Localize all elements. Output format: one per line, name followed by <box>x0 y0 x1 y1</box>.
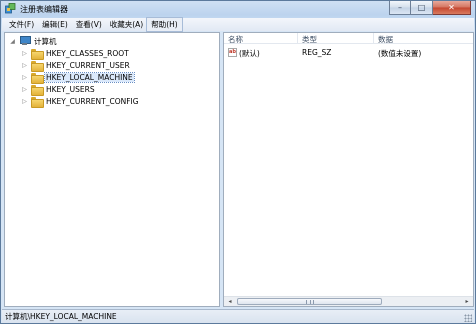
tree-item-label: HKEY_LOCAL_MACHINE <box>44 71 135 83</box>
menu-bar: 文件(F) 编辑(E) 查看(V) 收藏夹(A) 帮助(H) <box>2 17 474 32</box>
tree-root-label: 计算机 <box>34 36 57 46</box>
tree-item-label: HKEY_CLASSES_ROOT <box>46 48 129 58</box>
menu-edit[interactable]: 编辑(E) <box>38 18 72 31</box>
tree-item-label: HKEY_CURRENT_USER <box>46 60 130 70</box>
close-icon: ✕ <box>448 3 455 12</box>
scroll-right-icon[interactable]: ▸ <box>462 297 472 306</box>
expand-icon[interactable]: ▷ <box>21 74 28 81</box>
column-name[interactable]: 名称 <box>228 34 243 45</box>
tree-item-hkey-users[interactable]: ▷ HKEY_USERS <box>21 83 96 96</box>
values-list[interactable]: 名称 类型 数据 ab (默认) REG_SZ (数值未设置) ◂ ▸ <box>223 32 474 307</box>
folder-icon <box>31 96 44 108</box>
value-data: (数值未设置) <box>378 49 422 58</box>
registry-tree[interactable]: ◢ 计算机 ▷ HKEY_CLASSES_ROOT ▷ HKEY_CURRENT… <box>4 32 220 307</box>
column-type[interactable]: 类型 <box>302 34 317 45</box>
title-bar[interactable]: 注册表编辑器 – □ ✕ <box>1 1 475 17</box>
computer-icon <box>19 36 31 46</box>
menu-view[interactable]: 查看(V) <box>72 18 106 31</box>
scrollbar-grip-icon <box>306 300 314 304</box>
tree-root-computer[interactable]: ◢ 计算机 <box>9 35 58 47</box>
registry-editor-window: 注册表编辑器 – □ ✕ 文件(F) 编辑(E) 查看(V) 收藏夹(A) 帮助… <box>0 0 476 324</box>
list-item[interactable]: ab (默认) REG_SZ (数值未设置) <box>224 47 473 59</box>
expand-icon[interactable]: ▷ <box>21 50 28 57</box>
registry-editor-icon <box>5 3 16 14</box>
expand-icon[interactable]: ▷ <box>21 62 28 69</box>
value-name: (默认) <box>239 49 260 58</box>
folder-icon <box>31 60 44 72</box>
tree-item-hkey-classes-root[interactable]: ▷ HKEY_CLASSES_ROOT <box>21 47 130 60</box>
column-divider[interactable] <box>373 33 374 44</box>
minimize-icon: – <box>398 3 402 12</box>
folder-icon <box>31 48 44 60</box>
tree-item-label: HKEY_CURRENT_CONFIG <box>46 96 139 106</box>
minimize-button[interactable]: – <box>389 1 411 15</box>
tree-item-hkey-current-config[interactable]: ▷ HKEY_CURRENT_CONFIG <box>21 95 140 108</box>
horizontal-scrollbar[interactable]: ◂ ▸ <box>224 296 473 306</box>
string-value-icon: ab <box>228 48 237 57</box>
maximize-button[interactable]: □ <box>411 1 433 15</box>
folder-icon <box>31 84 44 96</box>
list-header: 名称 类型 数据 <box>224 33 473 44</box>
window-title: 注册表编辑器 <box>20 5 68 14</box>
folder-icon <box>31 72 44 84</box>
tree-item-hkey-current-user[interactable]: ▷ HKEY_CURRENT_USER <box>21 59 131 72</box>
expand-icon[interactable]: ▷ <box>21 86 28 93</box>
scroll-left-icon[interactable]: ◂ <box>225 297 235 306</box>
maximize-icon: □ <box>417 3 426 12</box>
scrollbar-thumb[interactable] <box>237 298 382 305</box>
column-divider[interactable] <box>297 33 298 44</box>
window-controls: – □ ✕ <box>389 1 471 15</box>
status-bar: 计算机\HKEY_LOCAL_MACHINE <box>2 309 474 323</box>
resize-grip-icon[interactable] <box>464 314 472 322</box>
value-type: REG_SZ <box>302 48 332 57</box>
menu-favorites[interactable]: 收藏夹(A) <box>106 18 147 31</box>
tree-item-hkey-local-machine[interactable]: ▷ HKEY_LOCAL_MACHINE <box>21 71 135 84</box>
column-data[interactable]: 数据 <box>378 34 393 45</box>
menu-help[interactable]: 帮助(H) <box>146 17 183 32</box>
status-path: 计算机\HKEY_LOCAL_MACHINE <box>5 312 117 321</box>
collapse-icon[interactable]: ◢ <box>9 38 16 45</box>
tree-item-label: HKEY_USERS <box>46 84 95 94</box>
expand-icon[interactable]: ▷ <box>21 98 28 105</box>
close-button[interactable]: ✕ <box>433 1 471 15</box>
menu-file[interactable]: 文件(F) <box>5 18 38 31</box>
